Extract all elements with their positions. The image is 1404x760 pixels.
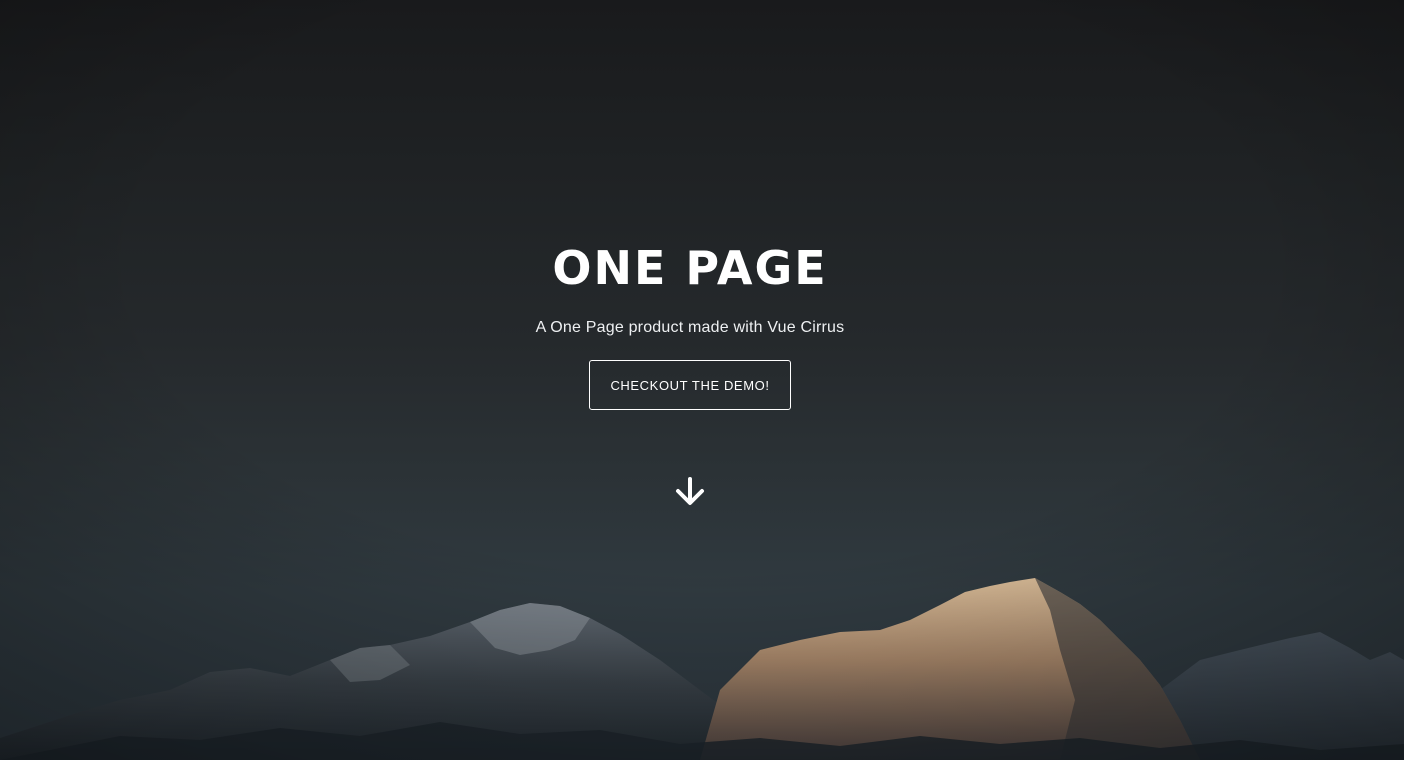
arrow-down-icon[interactable] bbox=[672, 474, 708, 510]
checkout-demo-button[interactable]: CHECKOUT THE DEMO! bbox=[589, 360, 791, 410]
hero-section: ONE PAGE A One Page product made with Vu… bbox=[0, 0, 1404, 760]
hero-subtitle: A One Page product made with Vue Cirrus bbox=[535, 319, 845, 336]
hero-content: ONE PAGE A One Page product made with Vu… bbox=[0, 0, 1380, 760]
hero-title: ONE PAGE bbox=[552, 241, 828, 295]
